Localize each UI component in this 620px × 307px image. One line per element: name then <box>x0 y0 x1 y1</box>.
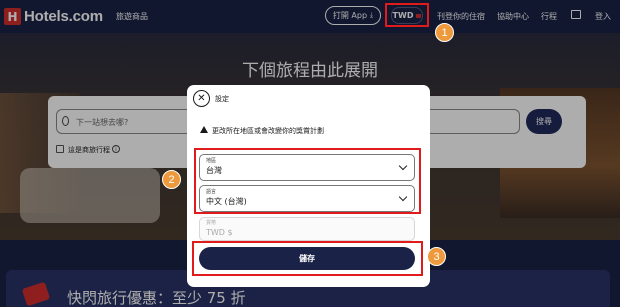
currency-label: 貨幣 <box>206 220 217 226</box>
warning-text: 更改所在地區或會改變你的獎賞計劃 <box>212 127 324 135</box>
highlight-currency-button <box>385 3 429 27</box>
highlight-region-language <box>194 148 421 214</box>
highlight-save-button <box>192 241 423 276</box>
close-icon[interactable]: ✕ <box>193 90 210 107</box>
callout-3: 3 <box>427 247 446 266</box>
warning-icon <box>200 126 208 133</box>
callout-1: 1 <box>435 23 454 42</box>
callout-2: 2 <box>162 170 181 189</box>
modal-title: 設定 <box>215 95 229 103</box>
currency-value: TWD $ <box>206 228 233 237</box>
